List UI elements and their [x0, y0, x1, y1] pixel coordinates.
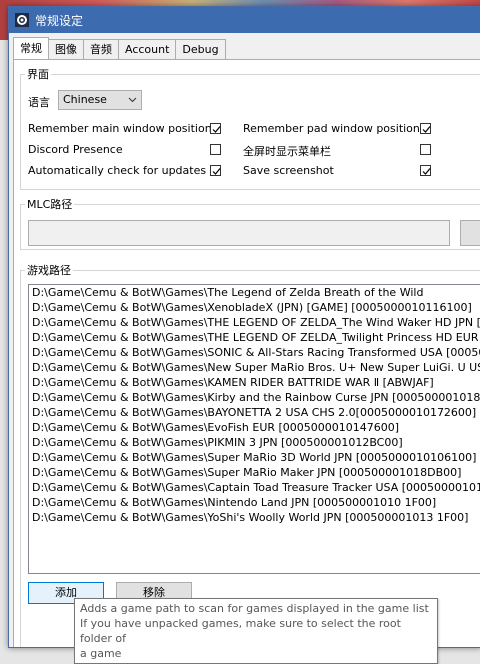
discord-presence-checkbox[interactable]: [210, 144, 221, 155]
remember-main-window-label: Remember main window position: [28, 122, 212, 135]
fullscreen-menubar-label: 全屏时显示菜单栏: [243, 145, 331, 158]
interface-legend: 界面: [27, 68, 49, 81]
tab-general[interactable]: 常规: [13, 37, 49, 59]
checkmark-icon: [422, 168, 431, 175]
language-label: 语言: [28, 96, 50, 109]
list-item[interactable]: D:\Game\Cemu & BotW\Games\BAYONETTA 2 US…: [29, 405, 480, 420]
remember-pad-window-checkbox[interactable]: [420, 123, 431, 134]
list-item[interactable]: D:\Game\Cemu & BotW\Games\Kirby and the …: [29, 390, 480, 405]
chevron-down-icon: [128, 97, 137, 103]
list-item[interactable]: D:\Game\Cemu & BotW\Games\XenobladeX (JP…: [29, 300, 480, 315]
checkmark-icon: [422, 126, 431, 133]
mlc-path-legend: MLC路径: [27, 198, 73, 211]
window-title: 常规设定: [35, 13, 84, 28]
tab-strip: 常规 图像 音频 Account Debug: [13, 37, 226, 59]
game-paths-list[interactable]: D:\Game\Cemu & BotW\Games\The Legend of …: [28, 284, 480, 574]
save-screenshot-checkbox[interactable]: [420, 165, 431, 176]
tab-audio[interactable]: 音频: [83, 39, 119, 59]
list-item[interactable]: D:\Game\Cemu & BotW\Games\THE LEGEND OF …: [29, 315, 480, 330]
add-path-tooltip: Adds a game path to scan for games displ…: [74, 598, 438, 664]
list-item[interactable]: D:\Game\Cemu & BotW\Games\SONIC & All-St…: [29, 345, 480, 360]
settings-window: 常规设定 常规 图像 音频 Account Debug 界面 语言 Chines…: [8, 6, 480, 648]
auto-update-label: Automatically check for updates: [28, 164, 207, 177]
language-value: Chinese: [63, 93, 107, 106]
checkmark-icon: [212, 126, 221, 133]
list-item[interactable]: D:\Game\Cemu & BotW\Games\PIKMIN 3 JPN […: [29, 435, 480, 450]
game-paths-legend: 游戏路径: [27, 264, 71, 277]
fullscreen-menubar-checkbox[interactable]: [420, 144, 431, 155]
list-item[interactable]: D:\Game\Cemu & BotW\Games\EvoFish EUR [0…: [29, 420, 480, 435]
list-item[interactable]: D:\Game\Cemu & BotW\Games\Super MaRio 3D…: [29, 450, 480, 465]
gear-icon: [15, 13, 29, 27]
list-item[interactable]: D:\Game\Cemu & BotW\Games\YoShi's Woolly…: [29, 510, 480, 525]
list-item[interactable]: D:\Game\Cemu & BotW\Games\Nintendo Land …: [29, 495, 480, 510]
list-item[interactable]: D:\Game\Cemu & BotW\Games\The Legend of …: [29, 285, 480, 300]
list-item[interactable]: D:\Game\Cemu & BotW\Games\THE LEGEND OF …: [29, 330, 480, 345]
language-select[interactable]: Chinese: [58, 90, 142, 110]
remember-pad-window-label: Remember pad window position: [243, 122, 420, 135]
title-bar[interactable]: 常规设定: [9, 7, 480, 33]
list-item[interactable]: D:\Game\Cemu & BotW\Games\KAMEN RIDER BA…: [29, 375, 480, 390]
remember-main-window-checkbox[interactable]: [210, 123, 221, 134]
checkmark-icon: [212, 168, 221, 175]
mlc-path-input[interactable]: [28, 220, 450, 246]
tab-account[interactable]: Account: [118, 39, 177, 59]
list-item[interactable]: D:\Game\Cemu & BotW\Games\New Super MaRi…: [29, 360, 480, 375]
mlc-browse-button[interactable]: [460, 220, 480, 246]
tab-graphics[interactable]: 图像: [48, 39, 84, 59]
tooltip-line-2: If you have unpacked games, make sure to…: [80, 617, 401, 645]
tooltip-line-1: Adds a game path to scan for games displ…: [80, 602, 429, 615]
save-screenshot-label: Save screenshot: [243, 164, 334, 177]
discord-presence-label: Discord Presence: [28, 143, 123, 156]
list-item[interactable]: D:\Game\Cemu & BotW\Games\Super MaRio Ma…: [29, 465, 480, 480]
auto-update-checkbox[interactable]: [210, 165, 221, 176]
general-tab-panel: 界面 语言 Chinese Remember main window posit…: [13, 59, 480, 647]
list-item[interactable]: D:\Game\Cemu & BotW\Games\Captain Toad T…: [29, 480, 480, 495]
tab-debug[interactable]: Debug: [175, 39, 226, 59]
